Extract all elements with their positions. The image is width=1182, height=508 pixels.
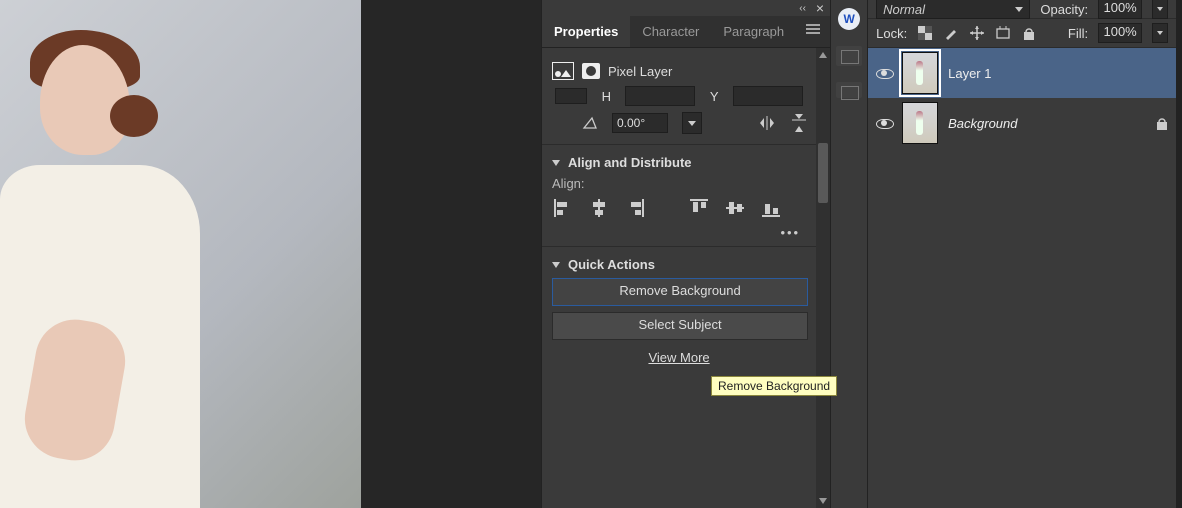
- fill-label: Fill:: [1068, 26, 1088, 41]
- layer-thumbnail[interactable]: [902, 102, 938, 144]
- flip-horizontal-icon[interactable]: [760, 116, 778, 130]
- fill-dropdown[interactable]: [1152, 23, 1168, 43]
- opacity-dropdown[interactable]: [1152, 0, 1168, 19]
- tab-properties[interactable]: Properties: [542, 16, 630, 47]
- opacity-field[interactable]: 100%: [1098, 0, 1142, 19]
- scroll-down-icon[interactable]: [819, 498, 827, 504]
- flip-vertical-icon[interactable]: [792, 114, 806, 132]
- quick-actions-header[interactable]: Quick Actions: [552, 257, 806, 272]
- tooltip: Remove Background: [711, 376, 837, 396]
- scrollbar-thumb[interactable]: [818, 143, 828, 203]
- height-field[interactable]: [625, 86, 695, 106]
- collapsed-panel-strip: W: [830, 0, 867, 508]
- y-field[interactable]: [733, 86, 803, 106]
- lock-paint-icon[interactable]: [943, 25, 959, 41]
- workspace-background: [361, 0, 541, 508]
- collapsed-panel-icon[interactable]: [836, 46, 862, 66]
- lock-icon[interactable]: [1156, 116, 1168, 130]
- layers-panel: Normal Opacity: 100% Lock: Fill: 100% La…: [867, 0, 1176, 508]
- remove-background-button[interactable]: Remove Background: [552, 278, 808, 306]
- layer-type-label: Pixel Layer: [608, 64, 672, 79]
- lock-all-icon[interactable]: [1021, 25, 1037, 41]
- photo-subject: [0, 0, 200, 508]
- align-bottom-icon[interactable]: [762, 199, 780, 217]
- lock-transparent-icon[interactable]: [917, 25, 933, 41]
- panel-close-icon[interactable]: ×: [816, 0, 824, 16]
- align-more-icon[interactable]: •••: [552, 225, 806, 240]
- layer-name[interactable]: Layer 1: [948, 66, 991, 81]
- align-left-icon[interactable]: [554, 199, 572, 217]
- lock-position-icon[interactable]: [969, 25, 985, 41]
- collapsed-panel-icon[interactable]: [836, 82, 862, 98]
- tab-paragraph[interactable]: Paragraph: [711, 16, 796, 47]
- rotation-icon: [582, 116, 598, 130]
- visibility-toggle-icon[interactable]: [876, 65, 892, 81]
- properties-tabbar: Properties Character Paragraph: [542, 16, 830, 48]
- panel-collapse-icon[interactable]: ‹‹: [799, 3, 806, 14]
- layer-name[interactable]: Background: [948, 116, 1017, 131]
- visibility-toggle-icon[interactable]: [876, 115, 892, 131]
- lock-artboard-icon[interactable]: [995, 25, 1011, 41]
- link-wh-toggle[interactable]: [555, 88, 587, 104]
- tab-character[interactable]: Character: [630, 16, 711, 47]
- select-subject-button[interactable]: Select Subject: [552, 312, 808, 340]
- properties-panel: ‹‹ × Properties Character Paragraph Pixe…: [541, 0, 830, 508]
- layer-row[interactable]: Background: [868, 98, 1176, 148]
- lock-label: Lock:: [876, 26, 907, 41]
- layer-thumbnail[interactable]: [902, 52, 938, 94]
- align-label: Align:: [552, 176, 806, 191]
- align-vcenter-icon[interactable]: [726, 199, 744, 217]
- blend-mode-select[interactable]: Normal: [876, 0, 1030, 19]
- scroll-up-icon[interactable]: [819, 52, 827, 58]
- rotation-dropdown[interactable]: [682, 112, 702, 134]
- panel-menu-icon[interactable]: [796, 16, 830, 47]
- fill-field[interactable]: 100%: [1098, 23, 1142, 43]
- y-label: Y: [710, 89, 719, 104]
- view-more-link[interactable]: View More: [648, 350, 709, 365]
- rotation-field[interactable]: [612, 113, 668, 133]
- layer-row[interactable]: Layer 1: [868, 48, 1176, 98]
- pixel-layer-icon: [552, 62, 574, 80]
- properties-scrollbar[interactable]: [816, 48, 830, 508]
- align-hcenter-icon[interactable]: [590, 199, 608, 217]
- workspace-badge[interactable]: W: [838, 8, 860, 30]
- mask-icon: [582, 63, 600, 79]
- h-label: H: [602, 89, 611, 104]
- align-right-icon[interactable]: [626, 199, 644, 217]
- canvas[interactable]: [0, 0, 361, 508]
- align-top-icon[interactable]: [690, 199, 708, 217]
- opacity-label: Opacity:: [1040, 2, 1088, 17]
- align-section-header[interactable]: Align and Distribute: [552, 155, 806, 170]
